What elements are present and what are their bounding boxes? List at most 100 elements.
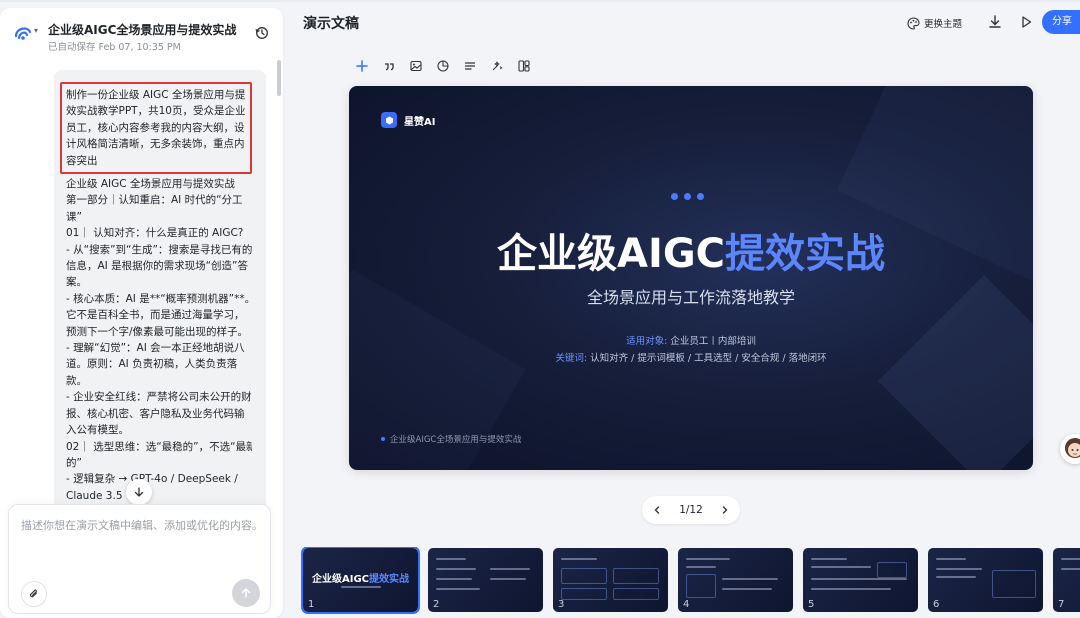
thumbnail-number: 2 [433,599,440,610]
slide-thumbnail[interactable]: 7 [1053,548,1080,612]
add-tool[interactable] [354,58,370,74]
list-icon [464,62,476,70]
chart-icon [437,60,449,72]
prompt-input-box[interactable]: 描述你想在演示文稿中编辑、添加或优化的内容。 [8,504,271,614]
thumbnail-number: 4 [683,599,690,610]
thumbnail-content [936,576,976,578]
assistant-message-line: - 从“搜索”到“生成”：搜索是寻找已有的 [66,243,252,256]
assistant-message-line: 入公有模型。 [66,424,129,437]
chat-scrollbar[interactable] [277,60,281,96]
paperclip-icon [30,589,38,598]
avatar-icon [1065,438,1080,458]
thumbnail-content [613,568,659,584]
slide-thumbnail[interactable]: 3 [553,548,668,612]
assistant-message-line: - 核心本质：AI 是**“概率预测机器”**。 [66,292,252,305]
layout-tool[interactable] [516,58,532,74]
thumbnail-content [436,588,480,590]
send-button[interactable] [232,579,260,607]
download-icon[interactable] [987,14,1003,30]
audience-label: 适用对象: [626,336,668,347]
assistant-message-line: 道。原则：AI 负责初稿，人类负责落 [66,358,238,371]
thumbnail-content [686,558,730,560]
chart-tool[interactable] [435,58,451,74]
thumbnail-content [561,558,597,560]
quote-tool[interactable] [381,58,397,74]
assistant-message-line: - 理解“幻觉”：AI 会一本正经地胡说八 [66,342,245,355]
send-arrow-icon [241,587,251,598]
thumbnail-content [436,568,476,570]
slide-footer-text: 企业级AIGC全场景应用与提效实战 [390,435,522,445]
assistant-message-line: 它不是百科全书，而是通过海量学习， [66,309,245,322]
thumbnail-number: 7 [1058,599,1065,610]
thumbnail-content [722,588,772,590]
slide-title-main: 企业级AIGC [496,231,726,277]
assistant-message-line: 02｜ 选型思维：选“最稳的”，不选“最新 [66,440,252,453]
thumbnail-content [561,568,607,584]
assistant-message-line: 报、核心机密、客户隐私及业务代码输 [66,407,245,420]
slide-footer: 企业级AIGC全场景应用与提效实战 [381,433,521,445]
scroll-to-bottom-button[interactable] [126,479,152,505]
chat-messages[interactable]: 制作一份企业级 AIGC 全场景应用与提效实战教学PPT，共10页，受众是企业员… [54,70,266,510]
slide-thumbnail[interactable]: 2 [428,548,543,612]
keywords-label: 关键词: [555,353,588,364]
thumbnail-content [436,578,472,580]
audience-value: 企业员工丨内部培训 [667,336,756,347]
thumbnail-content [561,588,607,600]
logo-icon[interactable] [12,22,34,44]
image-tool[interactable] [408,58,424,74]
assistant-message-line: 的” [66,456,82,469]
chevron-left-icon[interactable] [650,503,664,517]
slide-brand: 星赞AI [381,112,435,128]
ai-tool[interactable] [489,58,505,74]
share-button[interactable]: 分享 [1042,10,1080,34]
thumbnail-number: 3 [558,599,565,610]
thumbnail-content [1061,568,1080,570]
thumbnail-content [686,574,716,598]
assistant-avatar[interactable] [1060,434,1080,464]
change-theme-button[interactable]: 更换主题 [907,14,962,32]
slide-thumbnail[interactable]: 企业级AIGC提效实战 1 [301,547,420,614]
text-tool[interactable] [462,58,478,74]
autosave-status: 已自动保存 Feb 07, 10:35 PM [48,42,181,53]
brand-name: 星赞AI [404,116,436,128]
palette-icon [907,16,920,30]
thumbnail-content [490,578,526,580]
thumbnail-title: 企业级AIGC提效实战 [311,574,409,585]
thumbnail-content [722,578,778,580]
thumbnail-content [936,558,966,560]
page-indicator: 1/12 [679,504,703,516]
slide-thumbnails[interactable]: 企业级AIGC提效实战 1 2 3 4 5 6 7 [300,547,1080,615]
keywords-line: 关键词: 认知对齐 / 提示词模板 / 工具选型 / 安全合规 / 落地闭环 [349,350,1033,364]
thumbnail-content [1061,558,1080,560]
chevron-down-icon[interactable]: ▾ [34,26,38,35]
prompt-input[interactable]: 描述你想在演示文稿中编辑、添加或优化的内容。 [21,517,263,533]
project-title: 企业级AIGC全场景应用与提效实战 [48,23,237,37]
slide-canvas[interactable]: 星赞AI 企业级AIGC提效实战 全场景应用与工作流落地教学 适用对象: 企业员… [349,86,1033,470]
user-message: 制作一份企业级 AIGC 全场景应用与提效实战教学PPT，共10页，受众是企业员… [60,82,252,175]
thumbnail-content [877,562,907,578]
play-icon[interactable] [1018,14,1034,30]
thumbnail-content [811,558,847,560]
layout-icon [518,60,530,72]
thumbnail-content [811,578,907,580]
arrow-down-icon [134,487,144,497]
change-theme-label: 更换主题 [924,19,963,30]
assistant-message-line: 第一部分｜认知重启：AI 时代的“分工 [66,194,243,207]
slide-thumbnail[interactable]: 6 [928,548,1043,612]
document-title: 演示文稿 [303,16,359,32]
attach-button[interactable] [21,581,47,607]
slide-pager: 1/12 [642,496,740,524]
history-icon[interactable] [255,26,269,40]
thumbnail-content [992,570,1036,598]
plus-icon [356,60,368,72]
slide-subtitle: 全场景应用与工作流落地教学 [586,288,795,307]
slide-thumbnail[interactable]: 5 [803,548,918,612]
brand-logo-icon [381,112,397,128]
slide-thumbnail[interactable]: 4 [678,548,793,612]
assistant-message-line: - 逻辑复杂 → GPT-4o / DeepSeek / [66,473,238,486]
thumbnail-content [613,588,659,600]
thumbnail-content [936,568,982,570]
chevron-right-icon[interactable] [718,503,732,517]
audience-line: 适用对象: 企业员工丨内部培训 [349,333,1033,347]
decor-dots [671,193,704,200]
